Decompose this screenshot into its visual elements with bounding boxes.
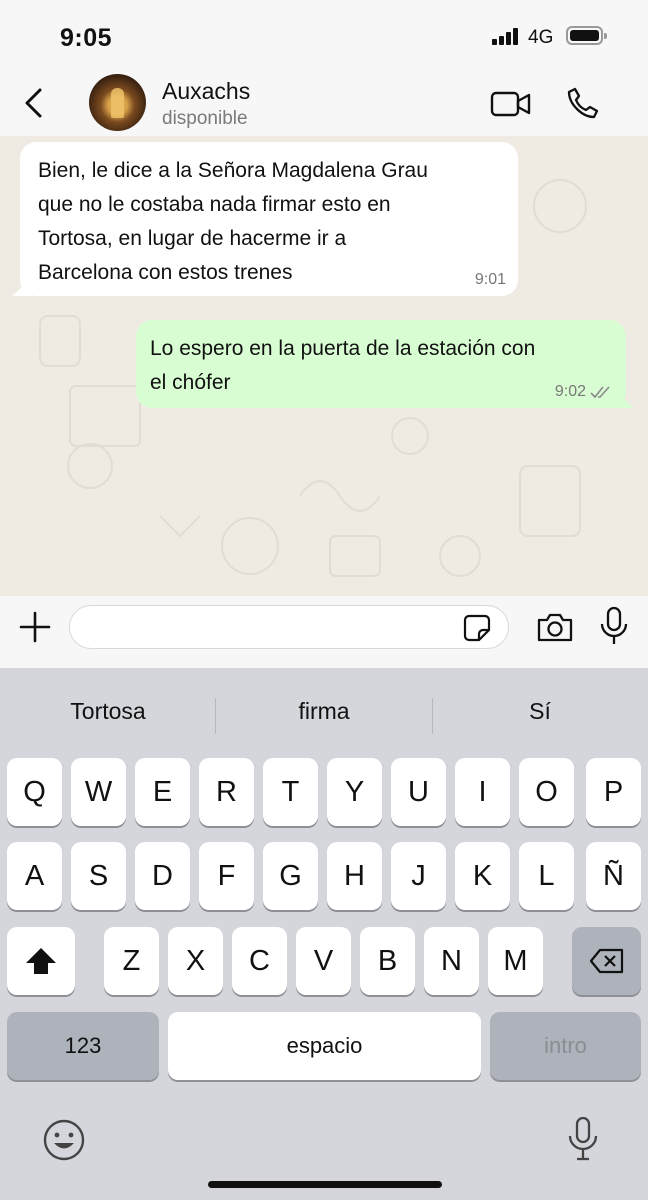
predictive-text-bar: Tortosa firma Sí — [0, 668, 648, 756]
key[interactable]: V — [296, 927, 351, 995]
key[interactable]: T — [263, 758, 318, 826]
key[interactable]: U — [391, 758, 446, 826]
emoji-icon[interactable] — [42, 1118, 86, 1162]
message-line: Bien, le dice a la Señora Magdalena Grau — [38, 159, 428, 182]
back-chevron-icon[interactable] — [20, 84, 48, 122]
voice-call-icon[interactable] — [566, 86, 600, 120]
keyboard: Tortosa firma Sí Q W E R T Y U I O P A S… — [0, 668, 648, 1200]
message-input-bar — [0, 596, 648, 668]
sticker-icon[interactable] — [462, 613, 492, 643]
microphone-icon[interactable] — [599, 606, 629, 646]
key[interactable]: X — [168, 927, 223, 995]
suggestion-1[interactable]: Tortosa — [0, 698, 216, 725]
message-line: Lo espero en la puerta de la estación co… — [150, 337, 536, 360]
battery-icon — [566, 26, 607, 45]
suggestion-3[interactable]: Sí — [432, 698, 648, 725]
video-call-icon[interactable] — [490, 90, 532, 118]
key[interactable]: P — [586, 758, 641, 826]
key[interactable]: M — [488, 927, 543, 995]
outgoing-message-bubble[interactable]: Lo espero en la puerta de la estación co… — [136, 320, 626, 408]
message-timestamp: 9:01 — [474, 271, 506, 288]
message-line: Barcelona con estos trenes — [38, 261, 293, 284]
plus-icon[interactable] — [18, 610, 52, 644]
camera-icon[interactable] — [536, 611, 574, 643]
shift-arrow-icon — [26, 948, 56, 974]
key[interactable]: F — [199, 842, 254, 910]
dictation-microphone-icon[interactable] — [566, 1116, 600, 1162]
key[interactable]: J — [391, 842, 446, 910]
contact-status: disponible — [162, 108, 248, 129]
network-type: 4G — [528, 27, 554, 48]
key[interactable]: H — [327, 842, 382, 910]
shift-key[interactable] — [7, 927, 75, 995]
double-check-icon — [590, 386, 610, 399]
contact-avatar[interactable] — [89, 74, 146, 131]
contact-name[interactable]: Auxachs — [162, 78, 250, 105]
key[interactable]: Ñ — [586, 842, 641, 910]
message-input[interactable] — [69, 605, 509, 649]
key[interactable]: C — [232, 927, 287, 995]
space-key[interactable]: espacio — [168, 1012, 481, 1080]
chat-messages-area[interactable]: Bien, le dice a la Señora Magdalena Grau… — [0, 136, 648, 596]
key[interactable]: I — [455, 758, 510, 826]
message-line: que no le costaba nada firmar esto en — [38, 193, 391, 216]
return-key[interactable]: intro — [490, 1012, 641, 1080]
status-bar: 9:05 4G — [0, 0, 648, 70]
key[interactable]: B — [360, 927, 415, 995]
suggestion-2[interactable]: firma — [216, 698, 432, 725]
status-time: 9:05 — [60, 24, 113, 52]
backspace-icon — [589, 948, 623, 974]
key[interactable]: D — [135, 842, 190, 910]
chat-header: Auxachs disponible — [0, 70, 648, 136]
key[interactable]: E — [135, 758, 190, 826]
key[interactable]: R — [199, 758, 254, 826]
message-timestamp: 9:02 — [554, 383, 586, 400]
key[interactable]: W — [71, 758, 126, 826]
cellular-signal-icon — [492, 28, 520, 45]
key[interactable]: O — [519, 758, 574, 826]
key[interactable]: Q — [7, 758, 62, 826]
key[interactable]: Z — [104, 927, 159, 995]
key[interactable]: S — [71, 842, 126, 910]
message-line: Tortosa, en lugar de hacerme ir a — [38, 227, 347, 250]
home-indicator — [208, 1181, 442, 1188]
key[interactable]: G — [263, 842, 318, 910]
key[interactable]: Y — [327, 758, 382, 826]
numbers-key[interactable]: 123 — [7, 1012, 159, 1080]
key[interactable]: L — [519, 842, 574, 910]
key[interactable]: N — [424, 927, 479, 995]
backspace-key[interactable] — [572, 927, 641, 995]
incoming-message-bubble[interactable]: Bien, le dice a la Señora Magdalena Grau… — [20, 142, 518, 296]
key[interactable]: A — [7, 842, 62, 910]
message-line: el chófer — [150, 371, 231, 394]
key[interactable]: K — [455, 842, 510, 910]
